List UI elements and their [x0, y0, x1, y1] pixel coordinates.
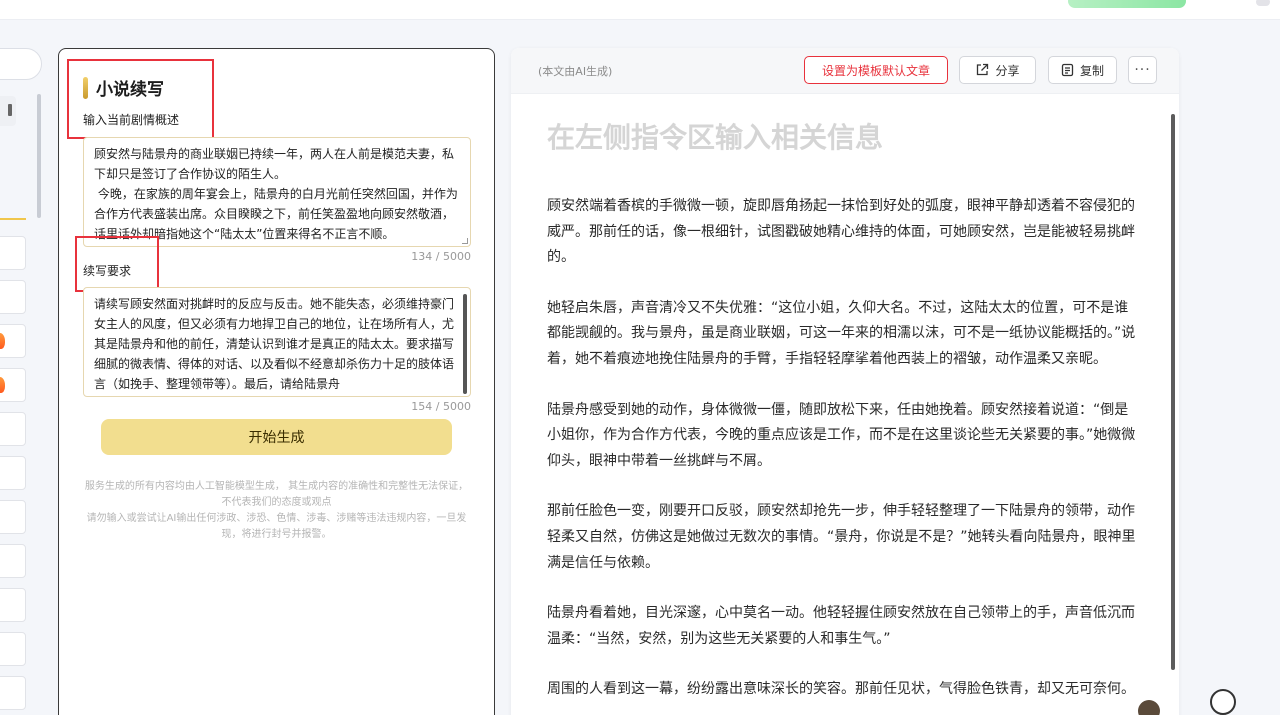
- requirement-text: 请续写顾安然面对挑衅时的反应与反击。她不能失态，必须维持豪门女主人的风度，但又必…: [94, 297, 455, 391]
- input-panel: 小说续写 输入当前剧情概述 顾安然与陆景舟的商业联姻已持续一年，两人在人前是模范…: [58, 48, 495, 715]
- disclaimer-line-1: 服务生成的所有内容均由人工智能模型生成， 其生成内容的准确性和完整性无法保证， …: [84, 481, 469, 508]
- assistant-avatar-icon[interactable]: [1138, 700, 1160, 715]
- summary-label: 输入当前剧情概述: [83, 113, 180, 127]
- more-options-button[interactable]: ···: [1128, 56, 1157, 84]
- output-toolbar: (本文由AI生成) 设置为模板默认文章 分享 复制 ···: [511, 48, 1179, 94]
- copy-button[interactable]: 复制: [1048, 56, 1117, 84]
- sidebar-item[interactable]: [0, 280, 26, 314]
- top-action-button[interactable]: [1068, 0, 1186, 8]
- share-label: 分享: [995, 63, 1020, 78]
- sidebar-item[interactable]: [0, 368, 26, 402]
- panel-header: 小说续写: [83, 75, 164, 100]
- requirement-textarea[interactable]: 请续写顾安然面对挑衅时的反应与反击。她不能失态，必须维持豪门女主人的风度，但又必…: [83, 287, 471, 397]
- paragraph: 陆景舟感受到她的动作，身体微微一僵，随即放松下来，任由她挽着。顾安然接着说道：“…: [547, 401, 1136, 469]
- sidebar-item[interactable]: [0, 412, 26, 446]
- share-button[interactable]: 分享: [959, 56, 1036, 84]
- sidebar-item[interactable]: [0, 500, 26, 534]
- page-title: 小说续写: [96, 80, 164, 100]
- summary-text: 顾安然与陆景舟的商业联姻已持续一年，两人在人前是模范夫妻，私下却只是签订了合作协…: [94, 147, 458, 241]
- document-scrollbar[interactable]: [1171, 114, 1175, 670]
- avatar[interactable]: [1256, 0, 1270, 6]
- paragraph: 顾安然端着香槟的手微微一顿，旋即唇角扬起一抹恰到好处的弧度，眼神平静却透着不容侵…: [547, 198, 1135, 266]
- sidebar-item[interactable]: [0, 324, 26, 358]
- paragraph: 周围的人看到这一幕，纷纷露出意味深长的笑容。那前任见状，气得脸色铁青，却又无可奈…: [547, 681, 1135, 698]
- textarea-scrollbar[interactable]: [463, 294, 467, 394]
- sidebar-tab[interactable]: [0, 96, 16, 126]
- language-icon[interactable]: [1210, 689, 1236, 715]
- sidebar-item[interactable]: [0, 236, 26, 270]
- copy-label: 复制: [1079, 63, 1104, 78]
- sidebar-item[interactable]: [0, 632, 26, 666]
- fire-icon: [0, 377, 5, 393]
- summary-textarea[interactable]: 顾安然与陆景舟的商业联姻已持续一年，两人在人前是模范夫妻，私下却只是签订了合作协…: [83, 137, 471, 247]
- paragraph: 那前任脸色一变，刚要开口反驳，顾安然却抢先一步，伸手轻轻整理了一下陆景舟的领带，…: [547, 503, 1136, 571]
- ai-generated-note: (本文由AI生成): [538, 65, 613, 78]
- sidebar-item[interactable]: [0, 588, 26, 622]
- disclaimer: 服务生成的所有内容均由人工智能模型生成， 其生成内容的准确性和完整性无法保证， …: [79, 479, 474, 543]
- start-generate-button[interactable]: 开始生成: [101, 419, 452, 455]
- sidebar-scrollbar[interactable]: [37, 94, 41, 218]
- set-default-article-button[interactable]: 设置为模板默认文章: [804, 56, 948, 84]
- sidebar-item[interactable]: [0, 456, 26, 490]
- fire-icon: [0, 333, 5, 349]
- sidebar-active-indicator: [0, 218, 26, 220]
- sidebar-item[interactable]: [0, 544, 26, 578]
- title-accent-bar: [83, 76, 88, 99]
- sidebar-item[interactable]: [0, 676, 26, 710]
- document-title: 在左侧指令区输入相关信息: [547, 121, 884, 154]
- requirement-char-count: 154 / 5000: [411, 400, 471, 413]
- output-panel: (本文由AI生成) 设置为模板默认文章 分享 复制 ··· 在左侧指令区输入相关…: [511, 48, 1179, 715]
- paragraph: 陆景舟看着她，目光深邃，心中莫名一动。他轻轻握住顾安然放在自己领带上的手，声音低…: [547, 605, 1135, 647]
- set-default-label: 设置为模板默认文章: [821, 63, 930, 78]
- share-icon: [977, 63, 989, 76]
- disclaimer-line-2: 请勿输入或尝试让AI输出任何涉政、涉恐、色情、涉毒、涉赌等违法违规内容，一旦发现…: [86, 513, 467, 540]
- top-bar: [0, 0, 1280, 20]
- summary-char-count: 134 / 5000: [411, 250, 471, 263]
- copy-icon: [1061, 63, 1074, 77]
- resize-handle[interactable]: [462, 238, 468, 244]
- sidebar-search-input[interactable]: [0, 48, 42, 80]
- document-body: 顾安然端着香槟的手微微一顿，旋即唇角扬起一抹恰到好处的弧度，眼神平静却透着不容侵…: [547, 194, 1137, 715]
- paragraph: 她轻启朱唇，声音清冷又不失优雅：“这位小姐，久仰大名。不过，这陆太太的位置，可不…: [547, 299, 1136, 367]
- requirement-label: 续写要求: [83, 264, 132, 278]
- sidebar: [0, 20, 50, 715]
